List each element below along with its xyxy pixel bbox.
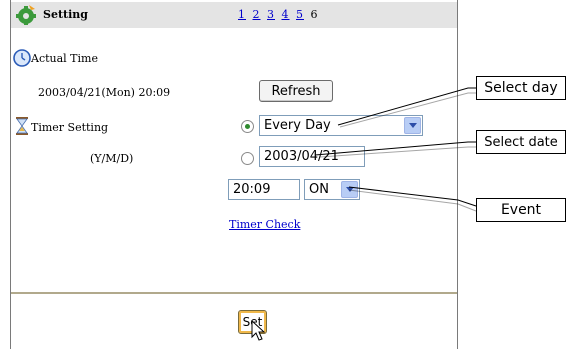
page-link-3[interactable]: 3 (267, 8, 275, 21)
page-link-2[interactable]: 2 (253, 8, 261, 21)
date-field-value: 2003/04/21 (264, 149, 339, 164)
specific-date-radio[interactable] (241, 152, 254, 165)
callout-event: Event (476, 198, 566, 222)
actual-time-label: Actual Time (31, 52, 98, 65)
section-divider (11, 292, 457, 294)
settings-frame: Setting 1 2 3 4 5 6 Actual Time 2003/04/… (0, 0, 566, 349)
day-select[interactable]: Every Day (259, 115, 423, 136)
chevron-down-icon[interactable] (404, 117, 421, 134)
date-field[interactable]: 2003/04/21 (259, 146, 365, 167)
panel-border-left (10, 0, 11, 349)
panel-border-right (457, 0, 458, 349)
event-select-value: ON (309, 182, 329, 197)
timer-check-link[interactable]: Timer Check (229, 218, 300, 231)
settings-header: Setting 1 2 3 4 5 6 (11, 2, 457, 28)
cursor-icon (251, 320, 266, 341)
chevron-down-icon[interactable] (341, 181, 358, 198)
gear-icon (16, 5, 36, 25)
time-field-value: 20:09 (233, 182, 271, 197)
every-day-radio[interactable] (241, 120, 254, 133)
hourglass-icon (16, 117, 28, 135)
timer-setting-label: Timer Setting (31, 121, 109, 134)
callout-select-date: Select date (476, 130, 566, 154)
date-format-label: (Y/M/D) (90, 152, 134, 165)
refresh-button[interactable]: Refresh (259, 80, 333, 102)
event-select[interactable]: ON (304, 179, 360, 200)
clock-icon (13, 49, 31, 67)
page-title: Setting (43, 8, 88, 21)
day-select-value: Every Day (264, 118, 331, 133)
page-navigation: 1 2 3 4 5 6 (238, 8, 319, 21)
page-link-5[interactable]: 5 (296, 8, 304, 21)
time-field[interactable]: 20:09 (228, 179, 300, 200)
page-link-1[interactable]: 1 (238, 8, 246, 21)
actual-time-value: 2003/04/21(Mon) 20:09 (38, 86, 171, 99)
page-link-4[interactable]: 4 (282, 8, 290, 21)
page-current: 6 (310, 8, 319, 21)
callout-select-day: Select day (476, 76, 566, 100)
